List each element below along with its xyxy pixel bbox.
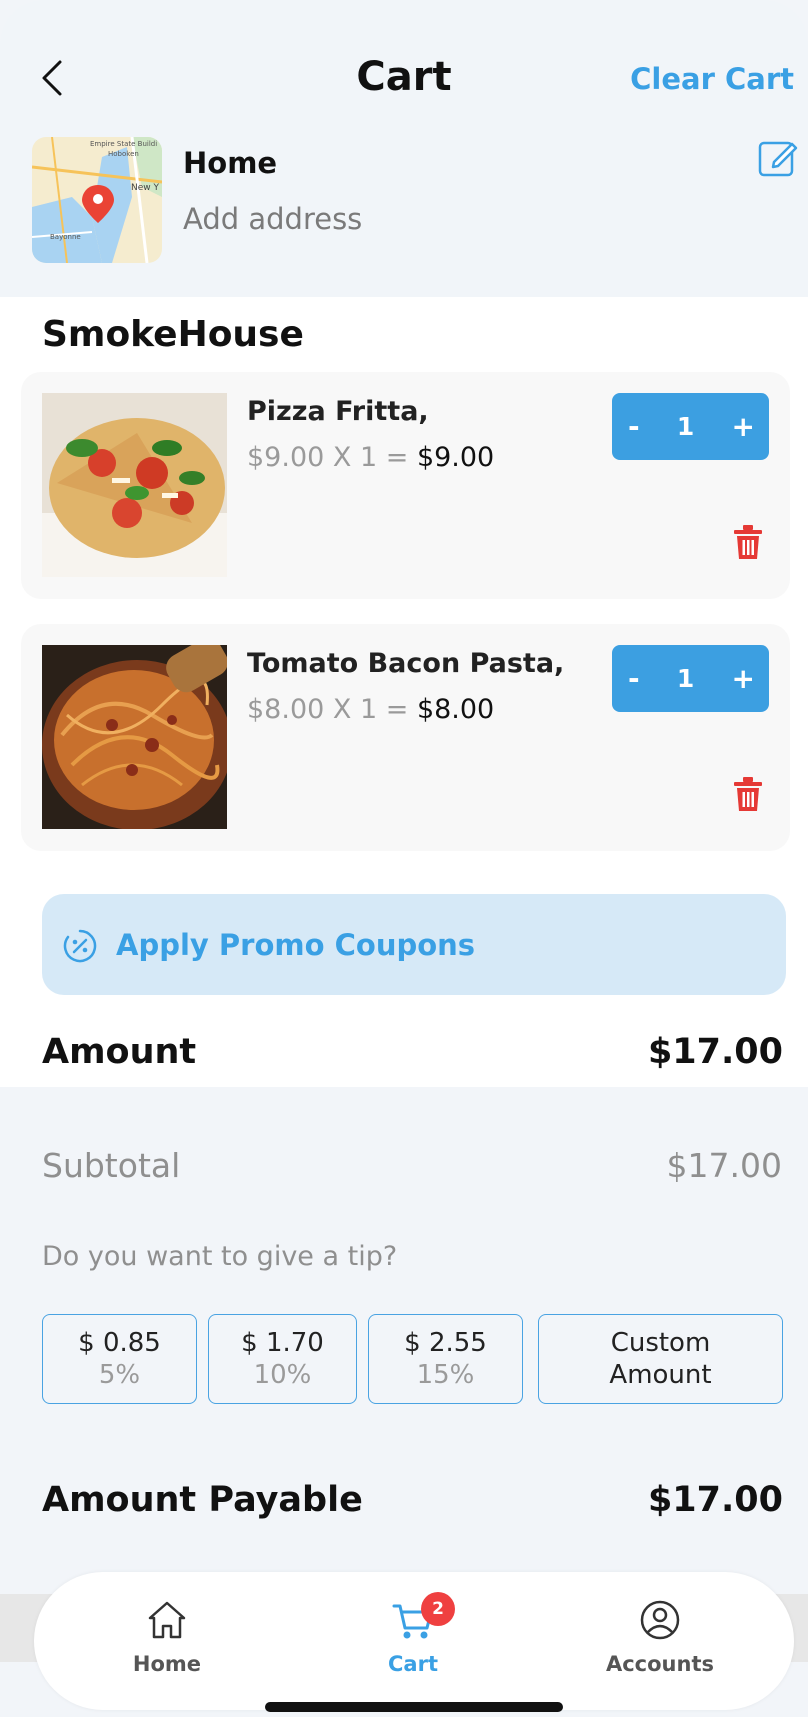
amount-value: $17.00 — [647, 1032, 783, 1072]
item-unit-price: $9.00 X 1 = — [247, 442, 409, 473]
trash-icon[interactable] — [734, 777, 762, 811]
home-icon — [148, 1601, 186, 1639]
map-label: Bayonne — [50, 233, 81, 241]
item-price-line: $8.00 X 1 = $8.00 — [247, 694, 494, 725]
subtotal-label: Subtotal — [42, 1146, 181, 1185]
tip-question: Do you want to give a tip? — [42, 1241, 398, 1272]
home-indicator — [265, 1702, 563, 1712]
clear-cart-button[interactable]: Clear Cart — [630, 62, 794, 96]
item-price-line: $9.00 X 1 = $9.00 — [247, 442, 494, 473]
increase-quantity-button[interactable]: + — [732, 410, 755, 443]
bottom-navigation: Home 2 Cart Accounts — [34, 1572, 794, 1710]
address-label: Home — [183, 146, 278, 180]
nav-label: Accounts — [605, 1652, 714, 1676]
tip-percent: 5% — [98, 1360, 141, 1390]
edit-address-icon[interactable] — [757, 137, 799, 179]
address-map-thumbnail: Empire State Buildi Hoboken New Y Bayonn… — [32, 137, 162, 263]
apply-promo-button[interactable]: Apply Promo Coupons — [42, 894, 786, 995]
amount-payable-label: Amount Payable — [42, 1480, 363, 1520]
cart-items-section: SmokeHouse Pizza Fritta, $9.00 X 1 = $9.… — [0, 297, 808, 1087]
tip-amount: $ 2.55 — [404, 1328, 487, 1358]
cart-item-card: Tomato Bacon Pasta, $8.00 X 1 = $8.00 - … — [21, 624, 790, 851]
item-name: Pizza Fritta, — [247, 396, 429, 427]
cart-header: Cart Clear Cart Empire State Buildi Hobo… — [0, 0, 808, 297]
map-label: Empire State Buildi — [90, 140, 157, 148]
account-icon — [640, 1600, 680, 1640]
quantity-stepper: - 1 + — [612, 645, 769, 712]
quantity-value: 1 — [676, 664, 695, 693]
trash-icon[interactable] — [734, 525, 762, 559]
cart-count-badge: 2 — [421, 1592, 455, 1626]
nav-item-accounts[interactable]: Accounts — [580, 1598, 740, 1676]
amount-payable-value: $17.00 — [647, 1480, 783, 1520]
tip-amount: $ 1.70 — [241, 1328, 324, 1358]
nav-item-home[interactable]: Home — [87, 1598, 247, 1676]
restaurant-name: SmokeHouse — [42, 314, 304, 355]
quantity-stepper: - 1 + — [612, 393, 769, 460]
subtotal-value: $17.00 — [666, 1146, 782, 1185]
tip-option-5[interactable]: $ 0.85 5% — [42, 1314, 197, 1404]
tomato-bacon-pasta-image — [42, 645, 227, 829]
amount-label: Amount — [42, 1032, 197, 1072]
tip-percent: 10% — [253, 1360, 312, 1390]
nav-item-cart[interactable]: 2 Cart — [333, 1592, 493, 1676]
pizza-fritta-image — [42, 393, 227, 577]
decrease-quantity-button[interactable]: - — [628, 410, 640, 443]
promo-label: Apply Promo Coupons — [116, 928, 476, 962]
decrease-quantity-button[interactable]: - — [628, 662, 640, 695]
item-total: $8.00 — [416, 694, 495, 725]
nav-label: Home — [132, 1652, 202, 1676]
item-name: Tomato Bacon Pasta, — [247, 648, 565, 679]
map-label: Hoboken — [108, 150, 139, 158]
item-unit-price: $8.00 X 1 = — [247, 694, 409, 725]
tip-custom-line2: Amount — [609, 1360, 712, 1390]
tip-option-custom[interactable]: Custom Amount — [538, 1314, 783, 1404]
tip-option-10[interactable]: $ 1.70 10% — [208, 1314, 357, 1404]
increase-quantity-button[interactable]: + — [732, 662, 755, 695]
map-label: New Y — [131, 183, 159, 193]
tip-custom-line1: Custom — [610, 1328, 711, 1358]
tip-option-15[interactable]: $ 2.55 15% — [368, 1314, 523, 1404]
cart-item-card: Pizza Fritta, $9.00 X 1 = $9.00 - 1 + — [21, 372, 790, 599]
tip-percent: 15% — [416, 1360, 475, 1390]
add-address-link[interactable]: Add address — [183, 202, 362, 236]
item-total: $9.00 — [416, 442, 495, 473]
coupon-percent-icon — [63, 929, 97, 963]
nav-label: Cart — [388, 1652, 438, 1676]
tip-amount: $ 0.85 — [78, 1328, 161, 1358]
quantity-value: 1 — [676, 412, 695, 441]
